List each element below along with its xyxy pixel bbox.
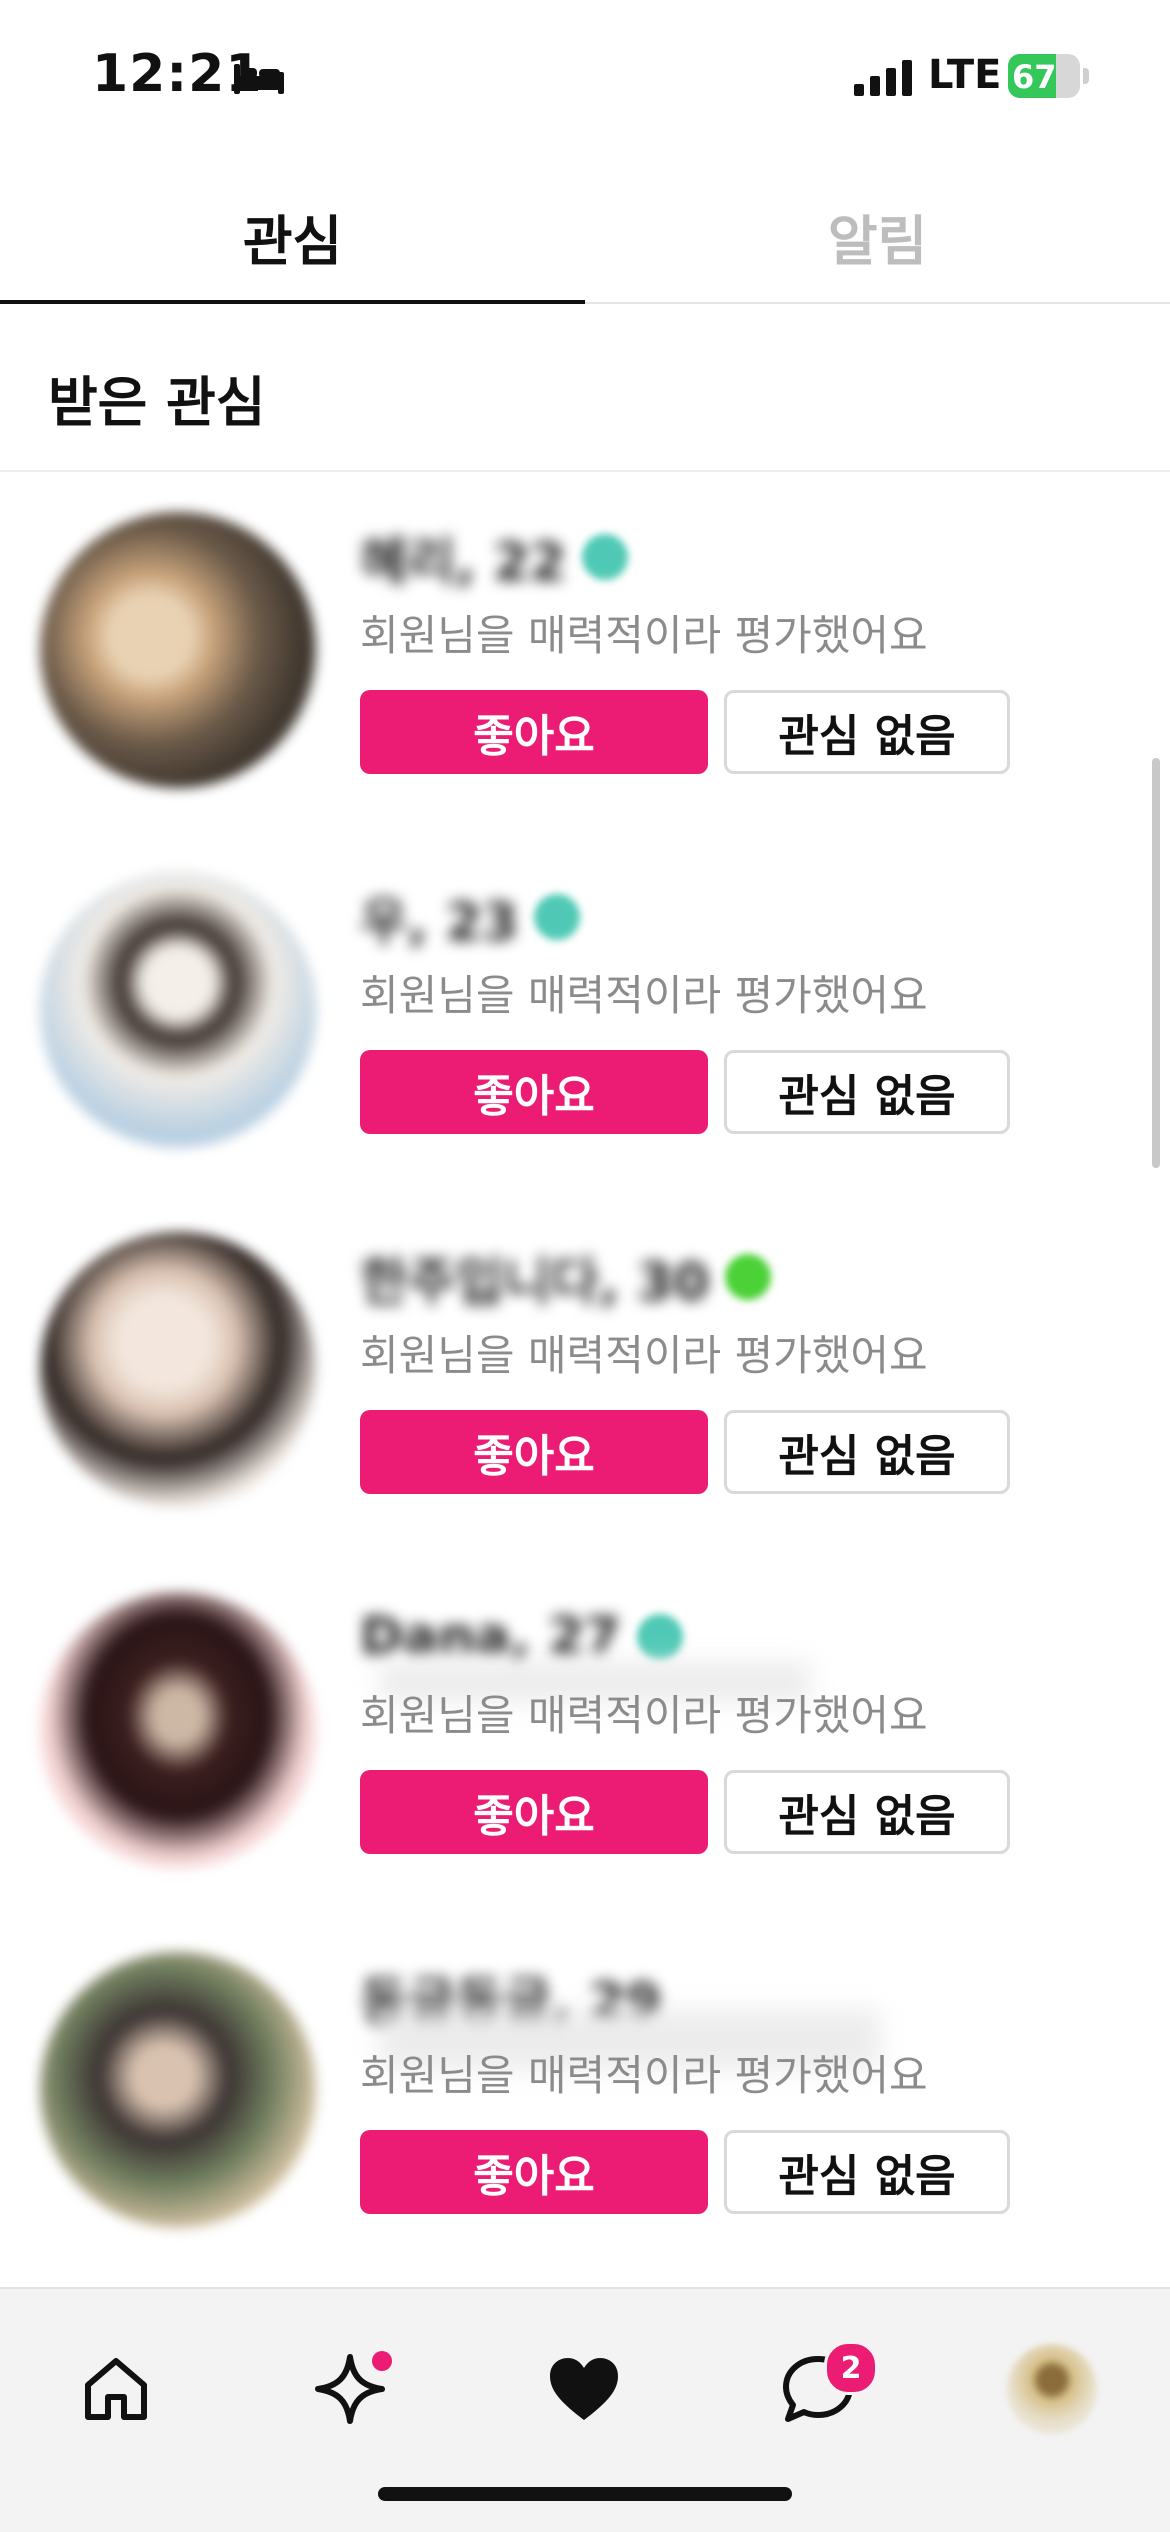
verified-badge-icon (581, 534, 628, 580)
scrollbar[interactable] (1152, 758, 1160, 1168)
home-indicator (378, 2487, 792, 2501)
network-type: LTE (928, 52, 1002, 98)
list-item: 우, 23 회원님을 매력적이라 평가했어요 좋아요 관심 없음 (0, 832, 1170, 1192)
heart-icon (550, 2358, 618, 2420)
interest-description: 회원님을 매력적이라 평가했어요 (360, 1331, 928, 1380)
verified-badge-icon (636, 1614, 683, 1660)
list-item: Dana, 27 회원님을 매력적이라 평가했어요 좋아요 관심 없음 (0, 1552, 1170, 1912)
avatar[interactable] (40, 1952, 316, 2228)
not-interested-button[interactable]: 관심 없음 (724, 1770, 1010, 1854)
list-item: 동글동글, 29 회원님을 매력적이라 평가했어요 좋아요 관심 없음 (0, 1912, 1170, 2272)
like-button[interactable]: 좋아요 (360, 1770, 708, 1854)
avatar[interactable] (40, 872, 316, 1148)
nav-profile[interactable] (992, 2329, 1112, 2449)
home-icon (85, 2358, 147, 2420)
name-line: 혜리, 22 (360, 522, 628, 593)
like-button[interactable]: 좋아요 (360, 1410, 708, 1494)
interest-description: 회원님을 매력적이라 평가했어요 (360, 611, 928, 660)
verified-badge-icon (725, 1254, 772, 1300)
user-name: Dana, 27 (360, 1607, 621, 1667)
verified-badge-icon (534, 894, 581, 940)
interest-description: 회원님을 매력적이라 평가했어요 (360, 1691, 928, 1740)
interest-description: 회원님을 매력적이라 평가했어요 (360, 2051, 928, 2100)
like-button[interactable]: 좋아요 (360, 1050, 708, 1134)
list-item: 혜리, 22 회원님을 매력적이라 평가했어요 좋아요 관심 없음 (0, 472, 1170, 832)
profile-avatar (1007, 2344, 1097, 2434)
tab-interest[interactable]: 관심 (0, 170, 585, 304)
not-interested-button[interactable]: 관심 없음 (724, 2130, 1010, 2214)
nav-chat[interactable]: 2 (758, 2329, 878, 2449)
name-line: 한주입니다, 30 (360, 1242, 772, 1313)
nav-home[interactable] (56, 2329, 176, 2449)
nav-recommend[interactable] (290, 2329, 410, 2449)
nav-interest[interactable] (524, 2329, 644, 2449)
status-bar: 12:21 LTE 67 (0, 0, 1170, 150)
list-item: 한주입니다, 30 회원님을 매력적이라 평가했어요 좋아요 관심 없음 (0, 1192, 1170, 1552)
interest-screen: 12:21 LTE 67 관심 알림 받은 관심 혜리, 22 회원님을 매력적… (0, 0, 1170, 2532)
not-interested-button[interactable]: 관심 없음 (724, 690, 1010, 774)
user-name: 혜리, 22 (360, 532, 566, 593)
avatar[interactable] (40, 1592, 316, 1868)
user-name: 우, 23 (360, 892, 519, 953)
bed-icon (234, 64, 284, 94)
interest-description: 회원님을 매력적이라 평가했어요 (360, 971, 928, 1020)
like-button[interactable]: 좋아요 (360, 2130, 708, 2214)
chat-unread-badge: 2 (824, 2341, 878, 2395)
not-interested-button[interactable]: 관심 없음 (724, 1050, 1010, 1134)
name-line: 우, 23 (360, 882, 581, 953)
avatar[interactable] (40, 1232, 316, 1508)
tab-notifications[interactable]: 알림 (585, 170, 1170, 302)
received-interest-list[interactable]: 혜리, 22 회원님을 매력적이라 평가했어요 좋아요 관심 없음 우, 23 … (0, 472, 1170, 2287)
battery-charging-icon: 67 (1008, 54, 1089, 98)
avatar[interactable] (40, 512, 316, 788)
section-title-received-interest: 받은 관심 (48, 371, 266, 434)
top-tabs: 관심 알림 (0, 170, 1170, 304)
battery-percent: 67 (1012, 58, 1057, 96)
user-name: 한주입니다, 30 (360, 1252, 710, 1313)
signal-icon (854, 60, 912, 96)
new-dot (372, 2351, 392, 2371)
not-interested-button[interactable]: 관심 없음 (724, 1410, 1010, 1494)
like-button[interactable]: 좋아요 (360, 690, 708, 774)
